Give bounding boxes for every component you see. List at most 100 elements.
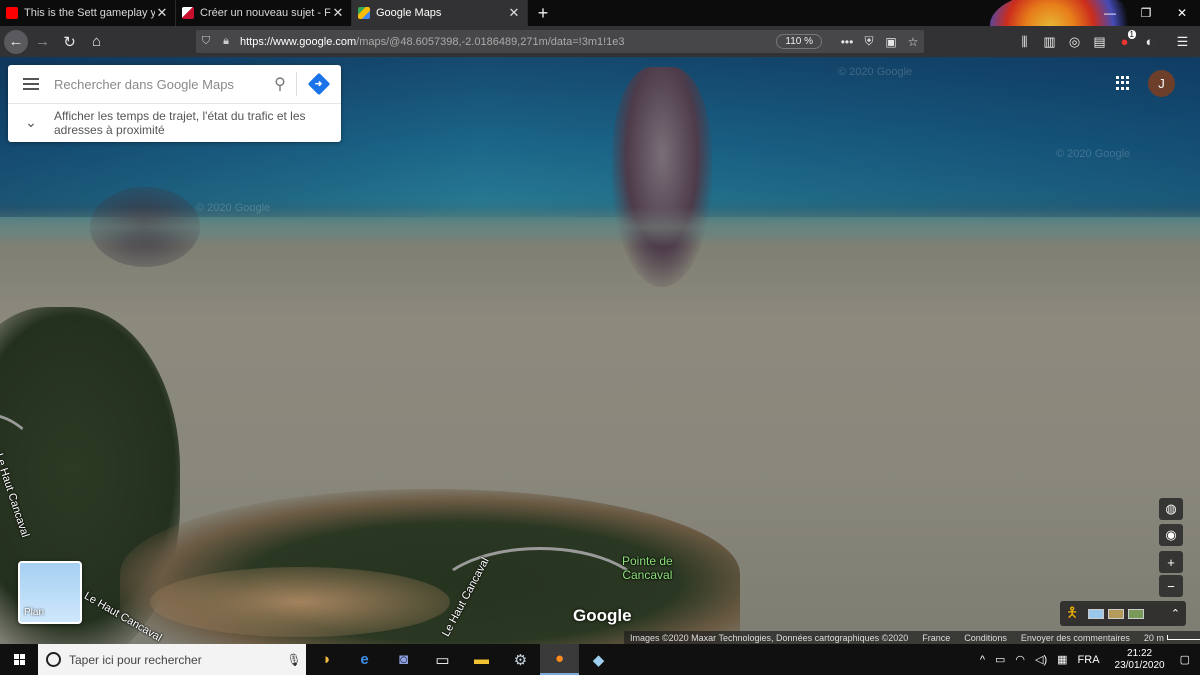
scale-bar[interactable]: 20 m — [1144, 633, 1200, 643]
clock[interactable]: 21:22 23/01/2020 — [1105, 648, 1175, 672]
poi-label-line: Cancaval — [622, 568, 673, 582]
imagery-thumb-icon[interactable] — [1128, 608, 1144, 619]
my-location-button[interactable]: ◉ — [1159, 524, 1183, 546]
toolbar-right: ⫼ ▥ ◎ ▤ ● 1 ◐ ☰ — [1012, 30, 1195, 53]
tab-forum[interactable]: Créer un nouveau sujet - Forum ✕ — [176, 0, 352, 26]
map-watermark: © 2020 Google — [196, 202, 271, 214]
directions-icon[interactable]: ➜ — [297, 72, 341, 96]
taskbar-app-explorer-icon[interactable]: ▬ — [462, 644, 501, 675]
address-bar[interactable]: ⛉ 🔒︎ https://www.google.com/maps/@48.605… — [196, 30, 924, 53]
extension-icon[interactable]: ● 1 — [1112, 30, 1137, 49]
system-tray: ^ ▭ ◠ ◁) ▦ FRA 21:22 23/01/2020 ▢ — [975, 644, 1200, 675]
satellite-map[interactable]: © 2020 Google © 2020 Google © 2020 Googl… — [0, 57, 1200, 644]
expand-up-icon[interactable]: ⌃ — [1171, 607, 1180, 620]
imagery-thumb-icon[interactable] — [1108, 608, 1124, 619]
minimize-icon[interactable]: — — [1092, 0, 1128, 26]
new-tab-button[interactable]: + — [528, 0, 558, 26]
zoom-level-badge[interactable]: 110 % — [776, 34, 822, 49]
reload-button[interactable]: ↻ — [57, 29, 82, 54]
browser-nav-bar: ← → ↻ ⌂ ⛉ 🔒︎ https://www.google.com/maps… — [0, 26, 1200, 57]
maximize-icon[interactable]: ❐ — [1128, 0, 1164, 26]
globe-view-button[interactable]: ◍ — [1159, 498, 1183, 520]
tab-title: This is the Sett gameplay you w — [24, 7, 155, 19]
maps-search-input[interactable] — [54, 76, 264, 92]
taskbar-app-weather-icon[interactable]: ◑ — [306, 644, 345, 675]
taskbar-search-placeholder: Taper ici pour rechercher — [69, 652, 202, 667]
screen: This is the Sett gameplay you w ✕ Créer … — [0, 0, 1200, 675]
youtube-icon — [6, 7, 18, 19]
shield-icon[interactable]: ⛉ — [196, 35, 216, 48]
clock-date: 23/01/2020 — [1114, 659, 1165, 671]
window-controls: — ❐ ✕ — [1092, 0, 1200, 26]
library-icon[interactable]: ⫼ — [1012, 34, 1037, 50]
tray-expand-icon[interactable]: ^ — [975, 654, 990, 666]
cortana-icon — [46, 652, 61, 667]
url-text[interactable]: https://www.google.com/maps/@48.6057398,… — [236, 36, 776, 48]
tab-title: Créer un nouveau sujet - Forum — [200, 7, 331, 19]
addon-icon[interactable]: ◐ — [1137, 34, 1162, 49]
save-icon[interactable]: ▣ — [880, 35, 902, 49]
google-apps-icon[interactable] — [1116, 76, 1130, 90]
notifications-icon[interactable]: ▢ — [1175, 653, 1200, 666]
close-tab-icon[interactable]: ✕ — [155, 5, 169, 21]
imagery-attribution: Images ©2020 Maxar Technologies, Données… — [630, 632, 909, 643]
taskbar-app-steam-icon[interactable]: ⚙ — [501, 644, 540, 675]
tab-google-maps[interactable]: Google Maps ✕ — [352, 0, 528, 26]
chevron-down-icon[interactable]: ⌄ — [8, 114, 54, 131]
menu-hamburger-icon[interactable] — [8, 78, 54, 90]
avatar[interactable]: J — [1148, 70, 1175, 97]
nearby-info-text: Afficher les temps de trajet, l'état du … — [54, 108, 306, 137]
bookmark-star-icon[interactable]: ☆ — [902, 35, 924, 49]
taskbar-app-edge-icon[interactable]: e — [345, 644, 384, 675]
account-icon[interactable]: ◎ — [1062, 34, 1087, 50]
forward-button[interactable]: → — [30, 29, 55, 54]
lock-icon[interactable]: 🔒︎ — [216, 35, 236, 48]
google-maps-icon — [358, 7, 370, 19]
tab-youtube[interactable]: This is the Sett gameplay you w ✕ — [0, 0, 176, 26]
close-tab-icon[interactable]: ✕ — [331, 5, 345, 21]
search-icon[interactable]: ⚲ — [264, 74, 296, 94]
close-tab-icon[interactable]: ✕ — [507, 5, 521, 21]
taskbar-app-terminal-icon[interactable]: ▭ — [423, 644, 462, 675]
country-link[interactable]: France — [922, 633, 950, 643]
poi-label-line: Pointe de — [622, 554, 673, 568]
zoom-out-button[interactable]: − — [1159, 575, 1183, 597]
taskbar-app-other-icon[interactable]: ◆ — [579, 644, 618, 675]
scale-label: 20 m — [1143, 632, 1164, 643]
close-window-icon[interactable]: ✕ — [1164, 0, 1200, 26]
imagery-thumb-icon[interactable] — [1088, 608, 1104, 619]
volume-icon[interactable]: ◁) — [1030, 653, 1052, 666]
home-button[interactable]: ⌂ — [84, 29, 109, 54]
sidebar-icon[interactable]: ▥ — [1037, 34, 1062, 50]
beach — [150, 567, 450, 637]
reef — [612, 67, 712, 287]
shoreline — [0, 207, 1200, 247]
start-button[interactable] — [0, 644, 38, 675]
terms-link[interactable]: Conditions — [964, 633, 1007, 643]
taskbar-app-firefox-icon[interactable]: ● — [540, 644, 579, 675]
poi-label-pointe-de-cancaval[interactable]: Pointe de Cancaval — [622, 554, 673, 582]
feedback-link[interactable]: Envoyer des commentaires — [1021, 633, 1130, 643]
battery-icon[interactable]: ▭ — [990, 653, 1010, 666]
keyboard-icon[interactable]: ▦ — [1052, 653, 1072, 666]
nearby-info-row[interactable]: ⌄ Afficher les temps de trajet, l'état d… — [8, 104, 341, 141]
extension-badge: 1 — [1127, 30, 1136, 39]
taskbar-search[interactable]: Taper ici pour rechercher 🎙︎ — [38, 644, 306, 675]
pocket-icon[interactable]: ⛨ — [858, 34, 880, 49]
forum-icon — [182, 7, 194, 19]
zoom-in-button[interactable]: + — [1159, 551, 1183, 573]
microphone-icon[interactable]: 🎙︎ — [282, 653, 306, 667]
download-icon[interactable]: ▤ — [1087, 34, 1112, 50]
language-indicator[interactable]: FRA — [1073, 654, 1105, 666]
pegman-icon[interactable]: 🯅︎ — [1066, 602, 1084, 626]
map-watermark: © 2020 Google — [1056, 148, 1131, 160]
map-layer-toggle[interactable]: Plan — [18, 561, 82, 624]
google-logo: Google — [573, 606, 632, 625]
taskbar-app-discord-icon[interactable]: ◙ — [384, 644, 423, 675]
menu-icon[interactable]: ☰ — [1170, 34, 1195, 50]
wifi-icon[interactable]: ◠ — [1010, 653, 1030, 666]
more-actions-icon[interactable]: ••• — [836, 35, 858, 49]
maps-search-panel: ⚲ ➜ ⌄ Afficher les temps de trajet, l'ét… — [8, 65, 341, 142]
layer-label: Plan — [24, 607, 45, 618]
back-button[interactable]: ← — [4, 29, 28, 54]
